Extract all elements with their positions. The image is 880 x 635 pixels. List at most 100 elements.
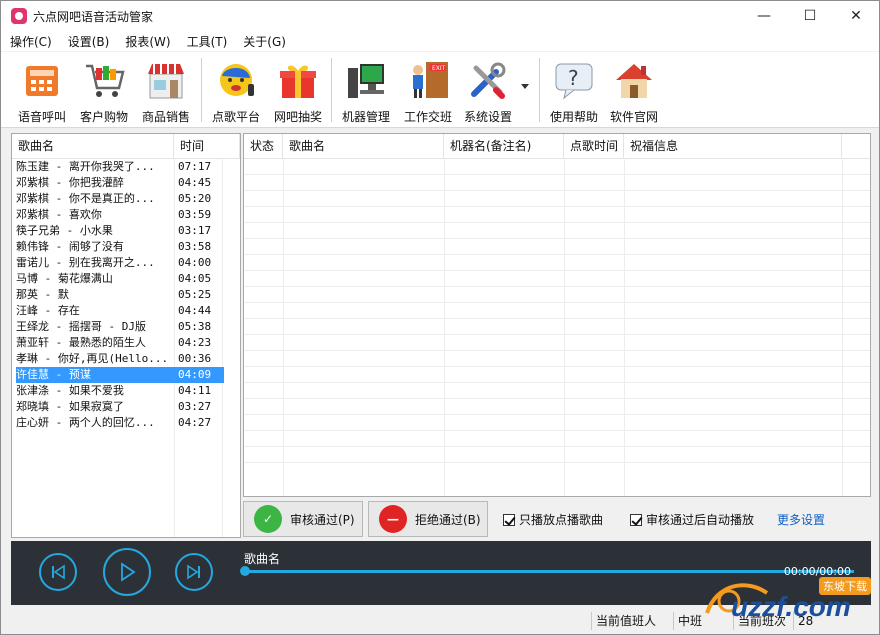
song-row[interactable]: 许佳慧 - 预谋 04:09 xyxy=(16,367,224,383)
tool-system-settings[interactable]: 系统设置 xyxy=(457,56,519,124)
request-table[interactable]: 状态 歌曲名 机器名(备注名) 点歌时间 祝福信息 xyxy=(243,133,871,497)
song-duration: 03:27 xyxy=(178,400,212,413)
song-duration: 04:09 xyxy=(178,368,212,381)
song-row[interactable]: 雷诺儿 - 别在我离开之... 04:00 xyxy=(16,255,224,271)
menu-reports[interactable]: 报表(W) xyxy=(118,33,177,50)
grid-line xyxy=(244,398,870,399)
song-title: 邓紫棋 - 喜欢你 xyxy=(16,208,102,221)
song-duration: 04:23 xyxy=(178,336,212,349)
column-header-request-time[interactable]: 点歌时间 xyxy=(564,134,624,158)
only-requested-checkbox[interactable]: 只播放点播歌曲 xyxy=(503,511,603,528)
play-button[interactable] xyxy=(103,548,151,596)
grid-line xyxy=(244,302,870,303)
menu-settings[interactable]: 设置(B) xyxy=(61,33,117,50)
menu-operate[interactable]: 操作(C) xyxy=(3,33,59,50)
song-duration: 07:17 xyxy=(178,160,212,173)
more-settings-link[interactable]: 更多设置 xyxy=(777,511,825,528)
chevron-down-icon[interactable] xyxy=(521,84,529,89)
title-bar: 六点网吧语音活动管家 — ☐ ✕ xyxy=(1,1,879,31)
minimize-button[interactable]: — xyxy=(741,1,787,31)
song-title: 那英 - 默 xyxy=(16,288,69,301)
song-row[interactable]: 郑晓填 - 如果寂寞了 03:27 xyxy=(16,399,224,415)
tool-lottery[interactable]: 网吧抽奖 xyxy=(267,56,329,124)
grid-line xyxy=(244,446,870,447)
approve-button[interactable]: ✓ 审核通过(P) xyxy=(243,501,363,537)
tool-customer-shopping[interactable]: 客户购物 xyxy=(73,56,135,124)
close-button[interactable]: ✕ xyxy=(833,1,879,31)
tool-label: 工作交班 xyxy=(403,110,452,124)
column-header-status[interactable]: 状态 xyxy=(244,134,283,158)
column-header-blessing[interactable]: 祝福信息 xyxy=(624,134,842,158)
song-duration: 04:00 xyxy=(178,256,212,269)
song-row[interactable]: 筷子兄弟 - 小水果 03:17 xyxy=(16,223,224,239)
reject-button[interactable]: — 拒绝通过(B) xyxy=(368,501,488,537)
song-title: 孝琳 - 你好,再见(Hello... xyxy=(16,352,169,365)
tool-machine-manage[interactable]: 机器管理 xyxy=(335,56,397,124)
song-row[interactable]: 陈玉建 - 离开你我哭了... 07:17 xyxy=(16,159,224,175)
menu-bar: 操作(C) 设置(B) 报表(W) 工具(T) 关于(G) xyxy=(1,31,879,51)
tool-label: 语音呼叫 xyxy=(17,110,66,124)
tool-official-site[interactable]: 软件官网 xyxy=(603,56,665,124)
grid-line xyxy=(244,174,870,175)
singer-icon xyxy=(214,58,258,102)
column-header-song[interactable]: 歌曲名 xyxy=(283,134,444,158)
auto-play-checkbox[interactable]: 审核通过后自动播放 xyxy=(630,511,754,528)
grid-line xyxy=(244,382,870,383)
column-header-time[interactable]: 时间 xyxy=(174,134,240,158)
toolbar-separator xyxy=(331,58,332,122)
svg-text:?: ? xyxy=(568,66,579,90)
skip-previous-icon xyxy=(52,564,65,580)
song-row[interactable]: 那英 - 默 05:25 xyxy=(16,287,224,303)
progress-knob[interactable] xyxy=(240,566,250,576)
maximize-button[interactable]: ☐ xyxy=(787,1,833,31)
play-icon xyxy=(121,562,136,582)
tool-shift-handover[interactable]: EXIT 工作交班 xyxy=(397,56,459,124)
tool-song-request[interactable]: 点歌平台 xyxy=(205,56,267,124)
song-row[interactable]: 赖伟锋 - 闹够了没有 03:58 xyxy=(16,239,224,255)
song-duration: 04:27 xyxy=(178,416,212,429)
menu-tools[interactable]: 工具(T) xyxy=(180,33,235,50)
tool-label: 机器管理 xyxy=(341,110,390,124)
song-duration: 00:36 xyxy=(178,352,212,365)
help-icon: ? xyxy=(552,58,596,102)
song-title: 萧亚轩 - 最熟悉的陌生人 xyxy=(16,336,146,349)
song-duration: 05:20 xyxy=(178,192,212,205)
tool-label: 使用帮助 xyxy=(549,110,598,124)
shopping-cart-icon xyxy=(82,58,126,102)
song-row[interactable]: 孝琳 - 你好,再见(Hello... 00:36 xyxy=(16,351,224,367)
song-title: 许佳慧 - 预谋 xyxy=(16,368,91,381)
checkbox-checked-icon xyxy=(503,513,515,526)
song-row[interactable]: 邓紫棋 - 喜欢你 03:59 xyxy=(16,207,224,223)
menu-about[interactable]: 关于(G) xyxy=(236,33,293,50)
column-header-song[interactable]: 歌曲名 xyxy=(12,134,174,158)
song-row[interactable]: 邓紫棋 - 你把我灌醉 04:45 xyxy=(16,175,224,191)
song-row[interactable]: 邓紫棋 - 你不是真正的... 05:20 xyxy=(16,191,224,207)
song-row[interactable]: 张津涤 - 如果不爱我 04:11 xyxy=(16,383,224,399)
tools-icon xyxy=(466,58,510,102)
previous-button[interactable] xyxy=(39,553,77,591)
review-actions: ✓ 审核通过(P) — 拒绝通过(B) 只播放点播歌曲 审核通过后自动播放 更多… xyxy=(243,499,871,537)
checkmark-icon: ✓ xyxy=(254,505,282,533)
tool-voice-call[interactable]: 语音呼叫 xyxy=(11,56,73,124)
song-row[interactable]: 王绎龙 - 摇摆哥 - DJ版 05:38 xyxy=(16,319,224,335)
song-title: 王绎龙 - 摇摆哥 - DJ版 xyxy=(16,320,146,333)
song-title: 郑晓填 - 如果寂寞了 xyxy=(16,400,124,413)
tool-help[interactable]: ? 使用帮助 xyxy=(543,56,605,124)
grid-line xyxy=(244,318,870,319)
next-button[interactable] xyxy=(175,553,213,591)
tool-product-sales[interactable]: 商品销售 xyxy=(135,56,197,124)
song-title: 筷子兄弟 - 小水果 xyxy=(16,224,113,237)
approve-label: 审核通过(P) xyxy=(290,512,355,527)
checkbox-checked-icon xyxy=(630,513,642,526)
song-row[interactable]: 萧亚轩 - 最熟悉的陌生人 04:23 xyxy=(16,335,224,351)
stop-icon: — xyxy=(379,505,407,533)
song-title: 陈玉建 - 离开你我哭了... xyxy=(16,160,155,173)
toolbar: 语音呼叫 客户购物 商品销售 点歌平台 网吧抽奖 机器管理 EXIT 工作交班 xyxy=(1,52,879,128)
skip-next-icon xyxy=(187,564,200,580)
song-list[interactable]: 歌曲名 时间 陈玉建 - 离开你我哭了... 07:17 邓紫棋 - 你把我灌醉 04… xyxy=(11,133,241,538)
store-icon xyxy=(144,58,188,102)
song-row[interactable]: 马博 - 菊花爆满山 04:05 xyxy=(16,271,224,287)
column-header-machine[interactable]: 机器名(备注名) xyxy=(444,134,564,158)
song-row[interactable]: 庄心妍 - 两个人的回忆... 04:27 xyxy=(16,415,224,431)
song-row[interactable]: 汪峰 - 存在 04:44 xyxy=(16,303,224,319)
